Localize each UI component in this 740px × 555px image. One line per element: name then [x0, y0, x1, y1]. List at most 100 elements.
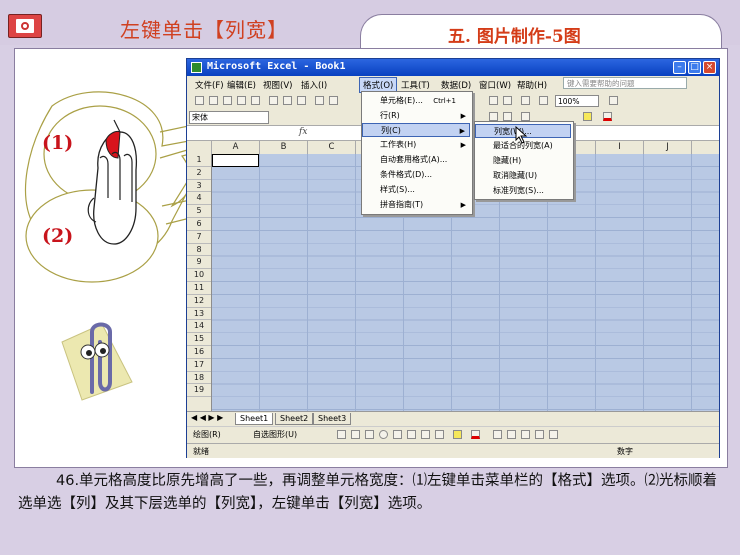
- sort-descending-icon[interactable]: [503, 96, 512, 105]
- sheet-tab-2[interactable]: Sheet2: [275, 413, 314, 425]
- row-header-12[interactable]: 12: [187, 295, 211, 308]
- menu-file[interactable]: 文件(F): [195, 79, 224, 91]
- fill-color-icon-2[interactable]: [453, 430, 462, 439]
- hand-mouse-icon: [87, 119, 138, 245]
- row-header-2[interactable]: 2: [187, 167, 211, 180]
- minimize-button[interactable]: –: [673, 61, 686, 74]
- shortcut-label: Ctrl+1: [433, 97, 456, 105]
- active-cell-a1[interactable]: [212, 154, 259, 167]
- row-header-3[interactable]: 3: [187, 180, 211, 193]
- sheet-tab-1[interactable]: Sheet1: [235, 413, 274, 425]
- status-bar: 就绪 数字: [187, 443, 719, 458]
- save-icon[interactable]: [223, 96, 232, 105]
- column-header-j[interactable]: J: [644, 141, 692, 154]
- excel-title-bar[interactable]: Microsoft Excel - Book1 – □ ×: [187, 59, 719, 76]
- line-icon[interactable]: [337, 430, 346, 439]
- spelling-icon[interactable]: [297, 96, 306, 105]
- increase-indent-icon[interactable]: [503, 112, 512, 121]
- menu-item-row[interactable]: 行(R) ▶: [362, 109, 470, 123]
- menu-item-label: 工作表(H): [380, 140, 417, 149]
- column-header-a[interactable]: A: [212, 141, 260, 154]
- column-header-c[interactable]: C: [308, 141, 356, 154]
- new-icon[interactable]: [195, 96, 204, 105]
- menu-view[interactable]: 视图(V): [263, 79, 292, 91]
- menu-item-autoformat[interactable]: 自动套用格式(A)...: [362, 153, 470, 167]
- fill-color-icon[interactable]: [583, 112, 592, 121]
- 3d-icon[interactable]: [549, 430, 558, 439]
- chart-wizard-icon[interactable]: [521, 96, 530, 105]
- textbox-icon[interactable]: [393, 430, 402, 439]
- arrow-icon[interactable]: [351, 430, 360, 439]
- picture-icon[interactable]: [435, 430, 444, 439]
- borders-icon[interactable]: [521, 112, 530, 121]
- menu-item-column[interactable]: 列(C) ▶: [362, 123, 470, 137]
- row-header-5[interactable]: 5: [187, 205, 211, 218]
- row-header-16[interactable]: 16: [187, 346, 211, 359]
- dash-style-icon[interactable]: [507, 430, 516, 439]
- menu-item-cells[interactable]: 单元格(E)... Ctrl+1: [362, 94, 470, 108]
- row-header-6[interactable]: 6: [187, 218, 211, 231]
- open-icon[interactable]: [209, 96, 218, 105]
- menu-window[interactable]: 窗口(W): [479, 79, 511, 91]
- autoshapes-menu[interactable]: 自选图形(U): [253, 429, 297, 440]
- menu-help[interactable]: 帮助(H): [517, 79, 547, 91]
- menu-item-conditional-format[interactable]: 条件格式(D)...: [362, 168, 470, 182]
- rectangle-icon[interactable]: [365, 430, 374, 439]
- submenu-arrow-icon: ▶: [460, 201, 466, 209]
- email-icon[interactable]: [251, 96, 260, 105]
- row-header-10[interactable]: 10: [187, 269, 211, 282]
- menu-insert[interactable]: 插入(I): [301, 79, 327, 91]
- submenu-item-hide[interactable]: 隐藏(H): [475, 154, 571, 168]
- sheet-tab-3[interactable]: Sheet3: [313, 413, 352, 425]
- row-header-19[interactable]: 19: [187, 384, 211, 398]
- row-header-11[interactable]: 11: [187, 282, 211, 295]
- font-color-icon-2[interactable]: [471, 430, 480, 439]
- row-header-1[interactable]: 1: [187, 154, 211, 167]
- font-color-icon[interactable]: [603, 112, 612, 121]
- submenu-item-unhide[interactable]: 取消隐藏(U): [475, 169, 571, 183]
- arrow-style-icon[interactable]: [521, 430, 530, 439]
- menu-bar: 文件(F) 编辑(E) 视图(V) 插入(I) 格式(O) 工具(T) 数据(D…: [187, 76, 719, 93]
- clipart-icon[interactable]: [421, 430, 430, 439]
- row-header-17[interactable]: 17: [187, 359, 211, 372]
- shadow-icon[interactable]: [535, 430, 544, 439]
- decrease-indent-icon[interactable]: [489, 112, 498, 121]
- maximize-button[interactable]: □: [688, 61, 701, 74]
- wordart-icon[interactable]: [407, 430, 416, 439]
- menu-item-phonetic[interactable]: 拼音指南(T) ▶: [362, 198, 470, 212]
- menu-item-sheet[interactable]: 工作表(H) ▶: [362, 138, 470, 152]
- row-header-4[interactable]: 4: [187, 192, 211, 206]
- drawing-menu[interactable]: 绘图(R): [193, 429, 221, 440]
- menu-item-style[interactable]: 样式(S)...: [362, 183, 470, 197]
- submenu-item-standard-width[interactable]: 标准列宽(S)...: [475, 184, 571, 198]
- drawing-icon[interactable]: [539, 96, 548, 105]
- row-header-9[interactable]: 9: [187, 256, 211, 270]
- permission-icon[interactable]: [237, 96, 246, 105]
- cut-icon[interactable]: [315, 96, 324, 105]
- row-header-7[interactable]: 7: [187, 231, 211, 244]
- help-icon[interactable]: [609, 96, 618, 105]
- print-preview-icon[interactable]: [283, 96, 292, 105]
- row-header-15[interactable]: 15: [187, 333, 211, 346]
- function-icon[interactable]: fx: [299, 127, 307, 137]
- select-all-corner[interactable]: [187, 141, 212, 154]
- submenu-arrow-icon: ▶: [460, 112, 466, 120]
- line-style-icon[interactable]: [493, 430, 502, 439]
- copy-icon[interactable]: [329, 96, 338, 105]
- oval-icon[interactable]: [379, 430, 388, 439]
- help-search-input[interactable]: 键入需要帮助的问题: [563, 77, 687, 89]
- sort-ascending-icon[interactable]: [489, 96, 498, 105]
- column-header-b[interactable]: B: [260, 141, 308, 154]
- row-header-18[interactable]: 18: [187, 372, 211, 385]
- menu-tools[interactable]: 工具(T): [401, 79, 430, 91]
- menu-edit[interactable]: 编辑(E): [227, 79, 256, 91]
- row-header-14[interactable]: 14: [187, 320, 211, 334]
- sheet-nav-arrows[interactable]: ◀ ◀ ▶ ▶: [191, 413, 223, 422]
- column-header-i[interactable]: I: [596, 141, 644, 154]
- row-header-13[interactable]: 13: [187, 308, 211, 321]
- menu-data[interactable]: 数据(D): [441, 79, 471, 91]
- close-button[interactable]: ×: [703, 61, 716, 74]
- zoom-select[interactable]: 100%: [555, 95, 599, 107]
- print-icon[interactable]: [269, 96, 278, 105]
- row-header-8[interactable]: 8: [187, 244, 211, 257]
